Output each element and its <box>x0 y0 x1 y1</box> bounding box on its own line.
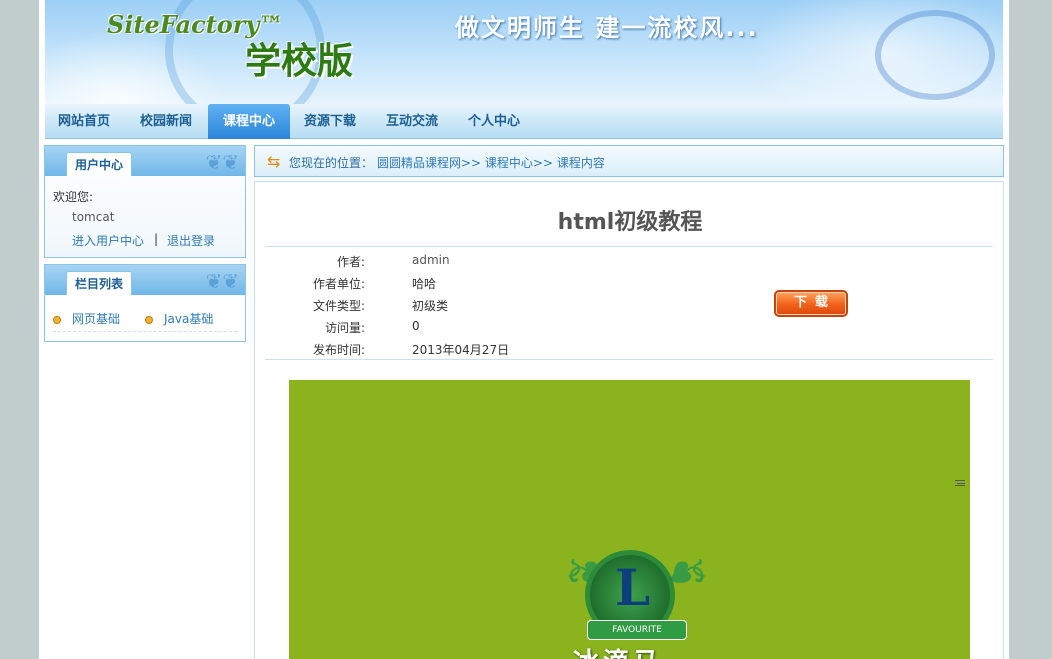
author-value: admin <box>412 253 450 267</box>
nav-item-courses[interactable]: 课程中心 <box>208 104 290 139</box>
column-list-panel: 栏目列表 ❦❦ 网页基础 Java基础 <box>44 264 246 342</box>
author-unit-value: 哈哈 <box>412 277 437 291</box>
user-panel-header: 用户中心 ❦❦ <box>45 146 245 176</box>
bullet-icon <box>145 315 153 324</box>
resize-handle-icon[interactable] <box>955 480 965 486</box>
column-panel-title: 栏目列表 <box>66 271 133 295</box>
nav-item-downloads[interactable]: 资源下载 <box>293 104 367 139</box>
welcome-label: 欢迎您: <box>53 190 94 204</box>
visits-value: 0 <box>412 319 420 333</box>
column-item-label: 网页基础 <box>72 312 121 326</box>
breadcrumb: ⇆ 您现在的位置： 圆圆精品课程网>> 课程中心>> 课程内容 <box>254 145 1004 177</box>
publish-date-value: 2013年04月27日 <box>412 343 510 357</box>
file-type-label: 文件类型: <box>312 299 365 313</box>
author-label: 作者: <box>336 255 365 269</box>
column-item-java-basics[interactable]: Java基础 <box>145 310 213 327</box>
username-label: tomcat <box>72 210 115 224</box>
list-divider <box>53 331 237 332</box>
logout-link[interactable]: 退出登录 <box>167 232 215 249</box>
course-content: html初级教程 作者: admin 作者单位: 哈哈 文件类型: 初级类 访问… <box>254 181 1004 659</box>
author-unit-label: 作者单位: <box>312 277 365 291</box>
preview-school-name: 冰滴马 <box>573 642 663 659</box>
breadcrumb-prefix: 您现在的位置： <box>289 156 374 170</box>
user-panel-title: 用户中心 <box>66 152 133 176</box>
column-panel-header: 栏目列表 ❦❦ <box>45 265 245 295</box>
enter-user-center-link[interactable]: 进入用户中心 <box>72 232 144 249</box>
breadcrumb-path[interactable]: 圆圆精品课程网>> 课程中心>> 课程内容 <box>377 154 605 171</box>
nav-item-personal[interactable]: 个人中心 <box>457 104 531 139</box>
emblem-ribbon: FAVOURITE <box>587 620 687 640</box>
bullet-icon <box>53 315 61 324</box>
course-title: html初级教程 <box>557 210 703 235</box>
download-button[interactable]: 下载 <box>774 290 848 317</box>
user-center-panel: 用户中心 ❦❦ 欢迎您: tomcat 进入用户中心 | 退出登录 <box>44 145 246 258</box>
visits-label: 访问量: <box>324 321 365 335</box>
column-item-web-basics[interactable]: 网页基础 <box>53 310 120 327</box>
column-item-label: Java基础 <box>164 312 214 326</box>
nav-item-news[interactable]: 校园新闻 <box>129 104 203 139</box>
main-nav: 网站首页 校园新闻 课程中心 资源下载 互动交流 个人中心 <box>45 104 1003 139</box>
flourish-icon: ❦❦ <box>205 150 239 174</box>
file-type-value: 初级类 <box>412 299 449 313</box>
divider <box>265 359 993 360</box>
emblem-letter-icon: L <box>615 558 651 617</box>
nav-item-home[interactable]: 网站首页 <box>47 104 121 139</box>
edition-title: 学校版 <box>245 40 354 82</box>
nav-item-interaction[interactable]: 互动交流 <box>375 104 449 139</box>
header-slogan: 做文明师生 建一流校风... <box>455 14 759 42</box>
header-banner: SiteFactory™ 学校版 做文明师生 建一流校风... <box>45 0 1003 104</box>
link-separator: | <box>154 232 159 246</box>
flourish-icon: ❦❦ <box>205 269 239 293</box>
publish-date-label: 发布时间: <box>312 343 365 357</box>
divider <box>265 246 993 247</box>
page-container: SiteFactory™ 学校版 做文明师生 建一流校风... 网站首页 校园新… <box>39 0 1009 659</box>
course-preview-image: ❧ ❧ L FAVOURITE 冰滴马 <box>289 380 970 659</box>
arrow-icon: ⇆ <box>267 152 281 171</box>
